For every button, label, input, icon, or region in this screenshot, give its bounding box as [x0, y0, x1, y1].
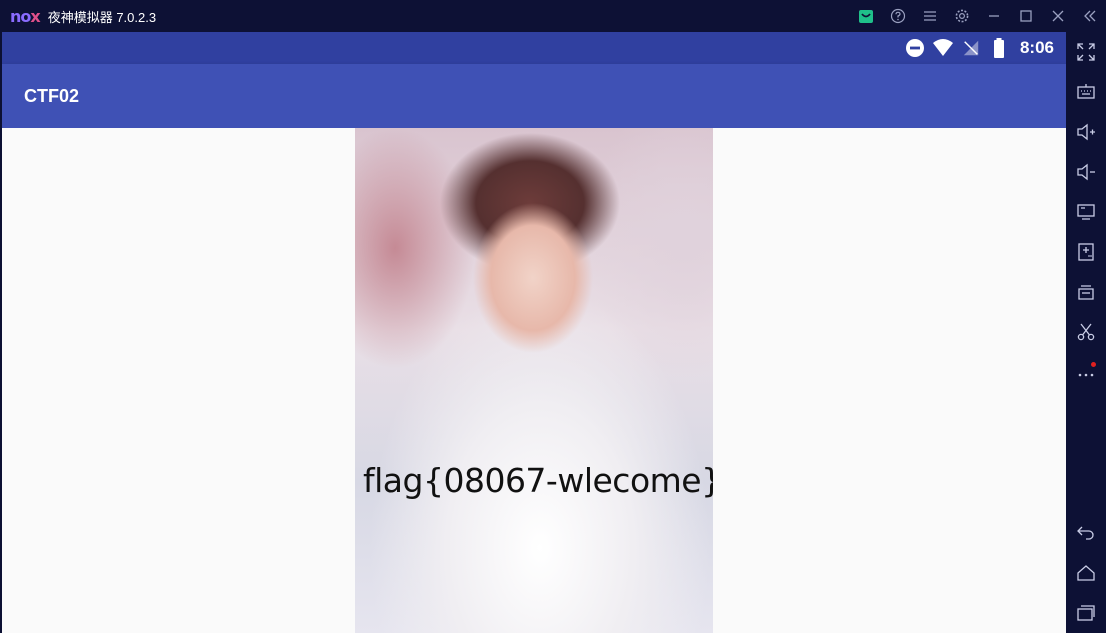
app-content: flag{08067-wlecome} — [2, 128, 1066, 633]
app-toolbar: CTF02 — [2, 64, 1066, 128]
notification-dot — [1091, 362, 1096, 367]
screen-icon[interactable] — [1074, 200, 1098, 224]
back-icon[interactable] — [1074, 521, 1098, 545]
volume-down-icon[interactable] — [1074, 160, 1098, 184]
fullscreen-icon[interactable] — [1074, 40, 1098, 64]
do-not-disturb-icon — [904, 37, 926, 59]
window-title: 夜神模拟器 7.0.2.3 — [47, 9, 157, 25]
volume-up-icon[interactable] — [1074, 120, 1098, 144]
settings-icon[interactable] — [946, 0, 978, 32]
emulator-title-bar: nox 夜神模拟器 7.0.2.3 — [0, 0, 1106, 32]
collapse-sidebar-icon[interactable] — [1074, 0, 1106, 32]
minimize-icon[interactable] — [978, 0, 1010, 32]
android-status-bar: 8:06 — [2, 32, 1066, 64]
more-icon[interactable] — [1074, 360, 1098, 384]
scissors-icon[interactable] — [1074, 320, 1098, 344]
emulator-sidebar — [1066, 32, 1106, 633]
apk-install-icon[interactable] — [1074, 240, 1098, 264]
close-icon[interactable] — [1042, 0, 1074, 32]
no-signal-icon — [960, 37, 982, 59]
keyboard-icon[interactable] — [1074, 80, 1098, 104]
multi-instance-icon[interactable] — [1074, 280, 1098, 304]
help-icon[interactable] — [882, 0, 914, 32]
app-title: CTF02 — [24, 85, 80, 106]
battery-icon — [988, 37, 1010, 59]
store-icon[interactable] — [850, 0, 882, 32]
wifi-icon — [932, 37, 954, 59]
status-clock: 8:06 — [1019, 38, 1054, 57]
flag-overlay-text: flag{08067-wlecome} — [363, 461, 713, 500]
recent-apps-icon[interactable] — [1074, 601, 1098, 625]
window-controls — [850, 0, 1106, 32]
maximize-icon[interactable] — [1010, 0, 1042, 32]
home-icon[interactable] — [1074, 561, 1098, 585]
android-screen: 8:06 CTF02 flag{08067-wlecome} — [2, 32, 1066, 633]
portrait-image: flag{08067-wlecome} — [355, 128, 713, 633]
menu-icon[interactable] — [914, 0, 946, 32]
nox-logo: nox — [10, 6, 41, 26]
